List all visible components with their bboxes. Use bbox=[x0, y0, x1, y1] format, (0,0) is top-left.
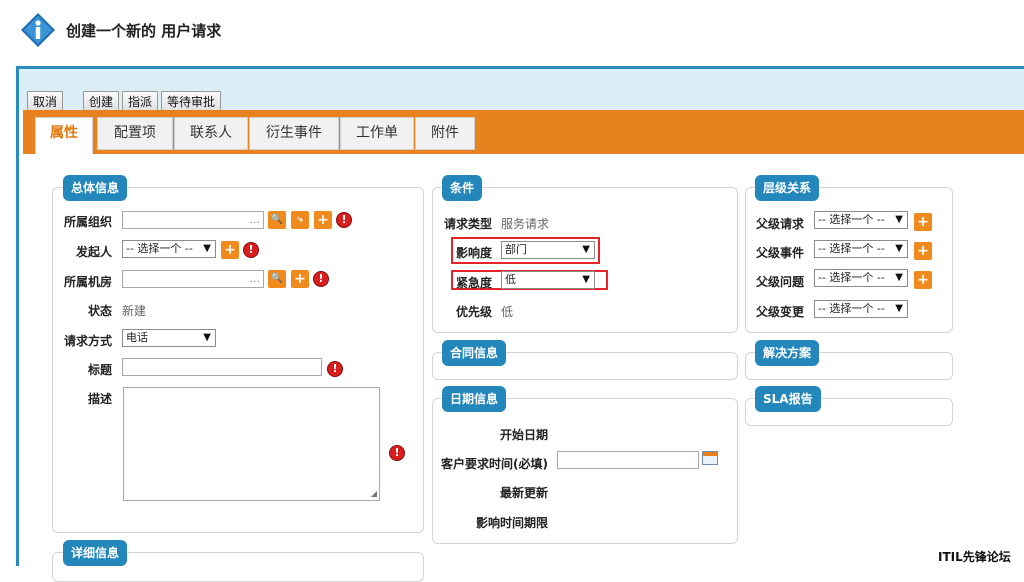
chevron-down-icon: ▼ bbox=[203, 332, 211, 343]
parent-problem-value: -- 选择一个 -- bbox=[818, 271, 885, 284]
chevron-down-icon: ▼ bbox=[582, 244, 590, 255]
parent-event-value: -- 选择一个 -- bbox=[818, 242, 885, 255]
status-label: 状态 bbox=[87, 304, 112, 318]
detail-info-title: 详细信息 bbox=[63, 540, 128, 566]
chevron-down-icon: ▼ bbox=[895, 272, 903, 283]
customer-req-time-input[interactable] bbox=[557, 451, 699, 469]
org-label: 所属组织 bbox=[63, 215, 112, 229]
room-input[interactable]: ... bbox=[122, 270, 264, 288]
parent-request-select[interactable]: -- 选择一个 -- ▼ bbox=[814, 211, 908, 229]
parent-event-select[interactable]: -- 选择一个 -- ▼ bbox=[814, 240, 908, 258]
tab-contacts[interactable]: 联系人 bbox=[174, 117, 248, 150]
request-type-label: 请求类型 bbox=[443, 217, 492, 231]
initiator-label: 发起人 bbox=[75, 245, 112, 259]
resize-grip-icon[interactable]: ◢ bbox=[371, 489, 377, 498]
required-icon: ! bbox=[336, 212, 352, 228]
tab-attachments[interactable]: 附件 bbox=[415, 117, 475, 150]
parent-event-label: 父级事件 bbox=[755, 246, 804, 260]
search-icon[interactable]: 🔍 bbox=[268, 211, 286, 229]
parent-change-select[interactable]: -- 选择一个 -- ▼ bbox=[814, 300, 908, 318]
tab-properties[interactable]: 属性 bbox=[35, 117, 93, 154]
request-type-value: 服务请求 bbox=[501, 217, 550, 231]
impact-label: 影响度 bbox=[455, 246, 492, 260]
conditions-title: 条件 bbox=[442, 175, 483, 201]
desc-textarea[interactable]: ◢ bbox=[123, 387, 380, 501]
impact-value: 部门 bbox=[505, 243, 527, 256]
status-value: 新建 bbox=[122, 304, 147, 318]
chevron-down-icon: ▼ bbox=[895, 243, 903, 254]
required-icon: ! bbox=[389, 445, 405, 461]
chevron-down-icon: ▼ bbox=[895, 214, 903, 225]
desc-label: 描述 bbox=[87, 392, 112, 406]
subject-label: 标题 bbox=[87, 363, 112, 377]
tab-work-orders[interactable]: 工作单 bbox=[340, 117, 414, 150]
method-label: 请求方式 bbox=[63, 334, 112, 348]
add-parent-problem-button[interactable]: + bbox=[914, 271, 932, 289]
required-icon: ! bbox=[313, 271, 329, 287]
chevron-down-icon: ▼ bbox=[895, 303, 903, 314]
start-date-label: 开始日期 bbox=[499, 428, 548, 442]
priority-value: 低 bbox=[501, 305, 514, 319]
parent-request-value: -- 选择一个 -- bbox=[818, 213, 885, 226]
tree-icon[interactable]: ⤷ bbox=[291, 211, 309, 229]
last-update-label: 最新更新 bbox=[499, 486, 548, 500]
method-select[interactable]: 电话 ▼ bbox=[122, 329, 216, 347]
tab-derived-events[interactable]: 衍生事件 bbox=[249, 117, 339, 150]
page-header: 创建一个新的 用户请求 bbox=[0, 0, 1024, 62]
tab-config-items[interactable]: 配置项 bbox=[97, 117, 173, 150]
required-icon: ! bbox=[243, 242, 259, 258]
required-icon: ! bbox=[327, 361, 343, 377]
room-label: 所属机房 bbox=[63, 275, 112, 289]
parent-change-value: -- 选择一个 -- bbox=[818, 302, 885, 315]
watermark: ITIL先锋论坛 bbox=[938, 550, 1011, 564]
dates-title: 日期信息 bbox=[442, 386, 507, 412]
impact-select[interactable]: 部门 ▼ bbox=[501, 241, 595, 259]
sla-title: SLA报告 bbox=[755, 386, 821, 412]
method-value: 电话 bbox=[126, 331, 148, 344]
chevron-down-icon: ▼ bbox=[203, 243, 211, 254]
subject-input[interactable] bbox=[122, 358, 322, 376]
page-title: 创建一个新的 用户请求 bbox=[66, 22, 222, 40]
search-icon[interactable]: 🔍 bbox=[268, 270, 286, 288]
add-parent-request-button[interactable]: + bbox=[914, 213, 932, 231]
parent-problem-select[interactable]: -- 选择一个 -- ▼ bbox=[814, 269, 908, 287]
add-parent-event-button[interactable]: + bbox=[914, 242, 932, 260]
initiator-value: -- 选择一个 -- bbox=[126, 242, 193, 255]
add-initiator-button[interactable]: + bbox=[221, 241, 239, 259]
urgency-label: 紧急度 bbox=[455, 276, 492, 290]
solution-title: 解决方案 bbox=[755, 340, 820, 366]
priority-label: 优先级 bbox=[455, 305, 492, 319]
contract-title: 合同信息 bbox=[442, 340, 507, 366]
org-input[interactable]: ... bbox=[122, 211, 264, 229]
urgency-value: 低 bbox=[505, 273, 516, 286]
hierarchy-title: 层级关系 bbox=[755, 175, 820, 201]
general-info-title: 总体信息 bbox=[63, 175, 128, 201]
parent-change-label: 父级变更 bbox=[755, 305, 804, 319]
add-room-button[interactable]: + bbox=[291, 270, 309, 288]
customer-req-time-label: 客户要求时间(必填) bbox=[441, 457, 548, 471]
initiator-select[interactable]: -- 选择一个 -- ▼ bbox=[122, 240, 216, 258]
tab-bar: 属性 配置项 联系人 衍生事件 工作单 附件 bbox=[23, 110, 1024, 154]
info-icon bbox=[21, 13, 55, 47]
toolbar-band: 取消 创建 指派 等待审批 bbox=[19, 66, 1024, 113]
calendar-icon[interactable] bbox=[702, 451, 718, 465]
impact-deadline-label: 影响时间期限 bbox=[475, 516, 548, 530]
urgency-select[interactable]: 低 ▼ bbox=[501, 271, 595, 289]
add-org-button[interactable]: + bbox=[314, 211, 332, 229]
chevron-down-icon: ▼ bbox=[582, 274, 590, 285]
parent-problem-label: 父级问题 bbox=[755, 275, 804, 289]
parent-request-label: 父级请求 bbox=[755, 217, 804, 231]
